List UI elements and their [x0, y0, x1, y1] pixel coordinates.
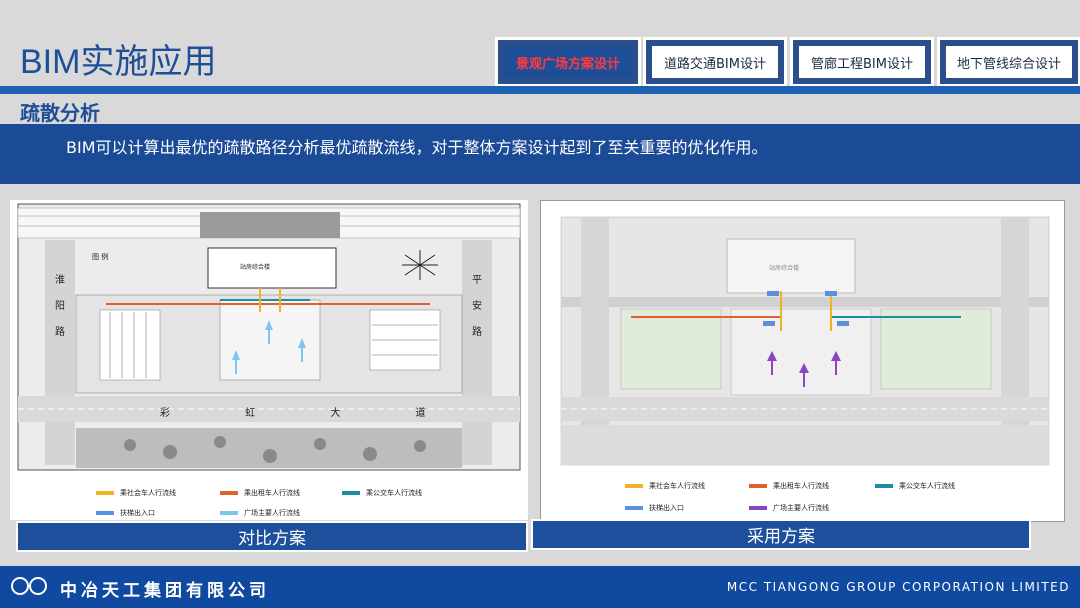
comparison-plan-caption: 对比方案 — [16, 521, 528, 552]
tab-label: 地下管线综合设计 — [945, 45, 1073, 79]
legend-swatch — [96, 491, 114, 495]
description-text: BIM可以计算出最优的疏散路径分析最优疏散流线，对于整体方案设计起到了至关重要的… — [66, 138, 768, 157]
legend-item: 乘社会车人行流线 — [96, 488, 176, 498]
legend-label: 乘出租车人行流线 — [244, 489, 300, 497]
header-divider — [0, 86, 1080, 94]
legend-item: 乘公交车人行流线 — [342, 488, 422, 498]
legend-item: 扶梯出入口 — [96, 508, 155, 518]
tab-landscape-plaza[interactable]: 景观广场方案设计 — [498, 40, 638, 84]
station-building-label: 站房综合楼 — [769, 265, 800, 272]
street-label-left: 淮 阳 路 — [55, 275, 65, 338]
adopted-plan-caption: 采用方案 — [531, 519, 1031, 550]
tab-underground-pipeline[interactable]: 地下管线综合设计 — [940, 40, 1078, 84]
legend-item: 乘出租车人行流线 — [220, 488, 300, 498]
legend-label: 广场主要人行流线 — [244, 509, 300, 517]
station-building-label: 站房综合楼 — [240, 264, 271, 271]
legend-label: 乘社会车人行流线 — [120, 489, 176, 497]
legend-item: 扶梯出入口 — [625, 503, 684, 513]
legend-swatch — [342, 491, 360, 495]
legend-item: 乘公交车人行流线 — [875, 481, 955, 491]
legend-swatch — [749, 484, 767, 488]
legend-item: 乘社会车人行流线 — [625, 481, 705, 491]
legend-swatch — [749, 506, 767, 510]
legend-swatch — [625, 506, 643, 510]
tab-label: 道路交通BIM设计 — [651, 45, 779, 79]
comparison-plan-panel: 站房综合楼 图 例 淮 阳 路 平 安 路 彩 虹 大 道 乘社会车人行流线 乘… — [10, 200, 528, 520]
legend-label: 乘公交车人行流线 — [899, 482, 955, 490]
legend-title: 图 例 — [92, 253, 109, 261]
legend-label: 扶梯出入口 — [649, 504, 684, 512]
legend-swatch — [220, 511, 238, 515]
legend-label: 广场主要人行流线 — [773, 504, 829, 512]
legend-label: 扶梯出入口 — [120, 509, 155, 517]
legend-item: 广场主要人行流线 — [220, 508, 300, 518]
legend-label: 乘出租车人行流线 — [773, 482, 829, 490]
footer-company-en: MCC TIANGONG GROUP CORPORATION LIMITED — [726, 580, 1070, 594]
adopted-plan-panel: 站房综合楼 乘社会车人行流线 乘出租车人行流线 乘公交车人行流线 扶梯出入口 广… — [540, 200, 1065, 522]
street-label-right: 平 安 路 — [472, 275, 482, 338]
legend-item: 广场主要人行流线 — [749, 503, 829, 513]
legend-swatch — [220, 491, 238, 495]
legend-swatch — [96, 511, 114, 515]
slide-title: BIM实施应用 — [20, 43, 217, 81]
tab-label: 管廊工程BIM设计 — [798, 45, 926, 79]
company-logo-icon — [8, 576, 52, 596]
tab-label: 景观广场方案设计 — [503, 45, 633, 79]
legend-swatch — [875, 484, 893, 488]
legend-label: 乘公交车人行流线 — [366, 489, 422, 497]
street-label-bottom: 彩 虹 大 道 — [160, 408, 462, 419]
footer-company-cn: 中冶天工集团有限公司 — [60, 581, 270, 601]
adopted-site-plan — [560, 216, 1050, 466]
legend-item: 乘出租车人行流线 — [749, 481, 829, 491]
section-title: 疏散分析 — [20, 101, 100, 125]
tab-road-traffic[interactable]: 道路交通BIM设计 — [646, 40, 784, 84]
comparison-site-plan — [17, 203, 521, 471]
legend-label: 乘社会车人行流线 — [649, 482, 705, 490]
tab-utility-tunnel[interactable]: 管廊工程BIM设计 — [793, 40, 931, 84]
legend-swatch — [625, 484, 643, 488]
